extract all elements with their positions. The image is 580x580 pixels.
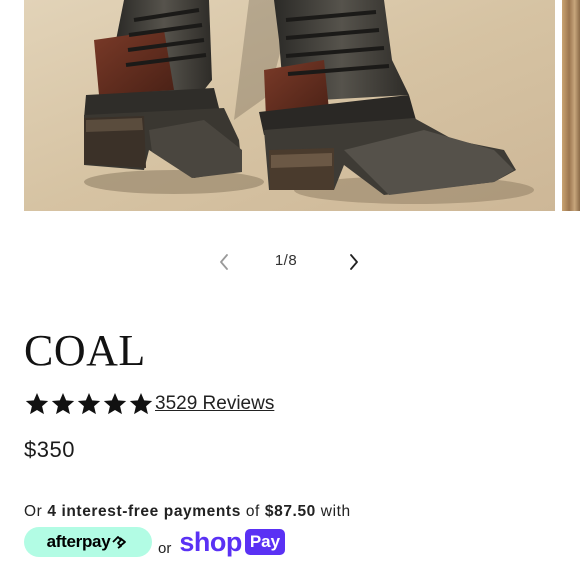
chevron-right-icon (350, 254, 358, 270)
star-icon (51, 392, 75, 415)
star-icon (129, 392, 153, 415)
shop-pay-pay-label: Pay (244, 529, 286, 555)
previous-image-button[interactable] (212, 250, 236, 274)
chevron-left-icon (220, 254, 228, 270)
product-image[interactable] (24, 0, 555, 211)
reviews-link[interactable]: 3529 Reviews (155, 393, 274, 415)
shop-pay-button[interactable]: shop Pay (179, 527, 286, 557)
product-rating: 3529 Reviews (24, 390, 274, 418)
installments-middle: of (240, 503, 265, 520)
installments-amount: $87.50 (264, 503, 316, 520)
next-image-peek[interactable] (562, 0, 580, 211)
next-image-button[interactable] (342, 250, 366, 274)
star-icon (103, 392, 127, 415)
afterpay-arrows-icon (112, 536, 127, 549)
installments-suffix: with (315, 503, 351, 520)
product-page: 1/8 COAL 3529 Reviews $350 Or 4 interest… (0, 0, 580, 580)
product-price: $350 (24, 437, 75, 462)
afterpay-label: afterpay (46, 532, 111, 551)
installments-prefix: Or (24, 503, 48, 520)
or-separator: or (158, 539, 172, 557)
afterpay-button[interactable]: afterpay (24, 527, 152, 557)
product-title: COAL (24, 326, 146, 375)
star-rating (24, 391, 154, 417)
star-icon (25, 392, 49, 415)
shop-pay-shop-label: shop (179, 527, 242, 557)
installments-text: Or 4 interest-free payments of $87.50 wi… (24, 503, 351, 521)
installments-count: 4 interest-free payments (47, 503, 241, 520)
image-pager: 1/8 (0, 246, 580, 280)
payment-options: afterpay or shop Pay (24, 525, 286, 559)
boots-photo (24, 0, 555, 211)
star-icon (77, 392, 101, 415)
image-counter: 1/8 (274, 252, 298, 269)
